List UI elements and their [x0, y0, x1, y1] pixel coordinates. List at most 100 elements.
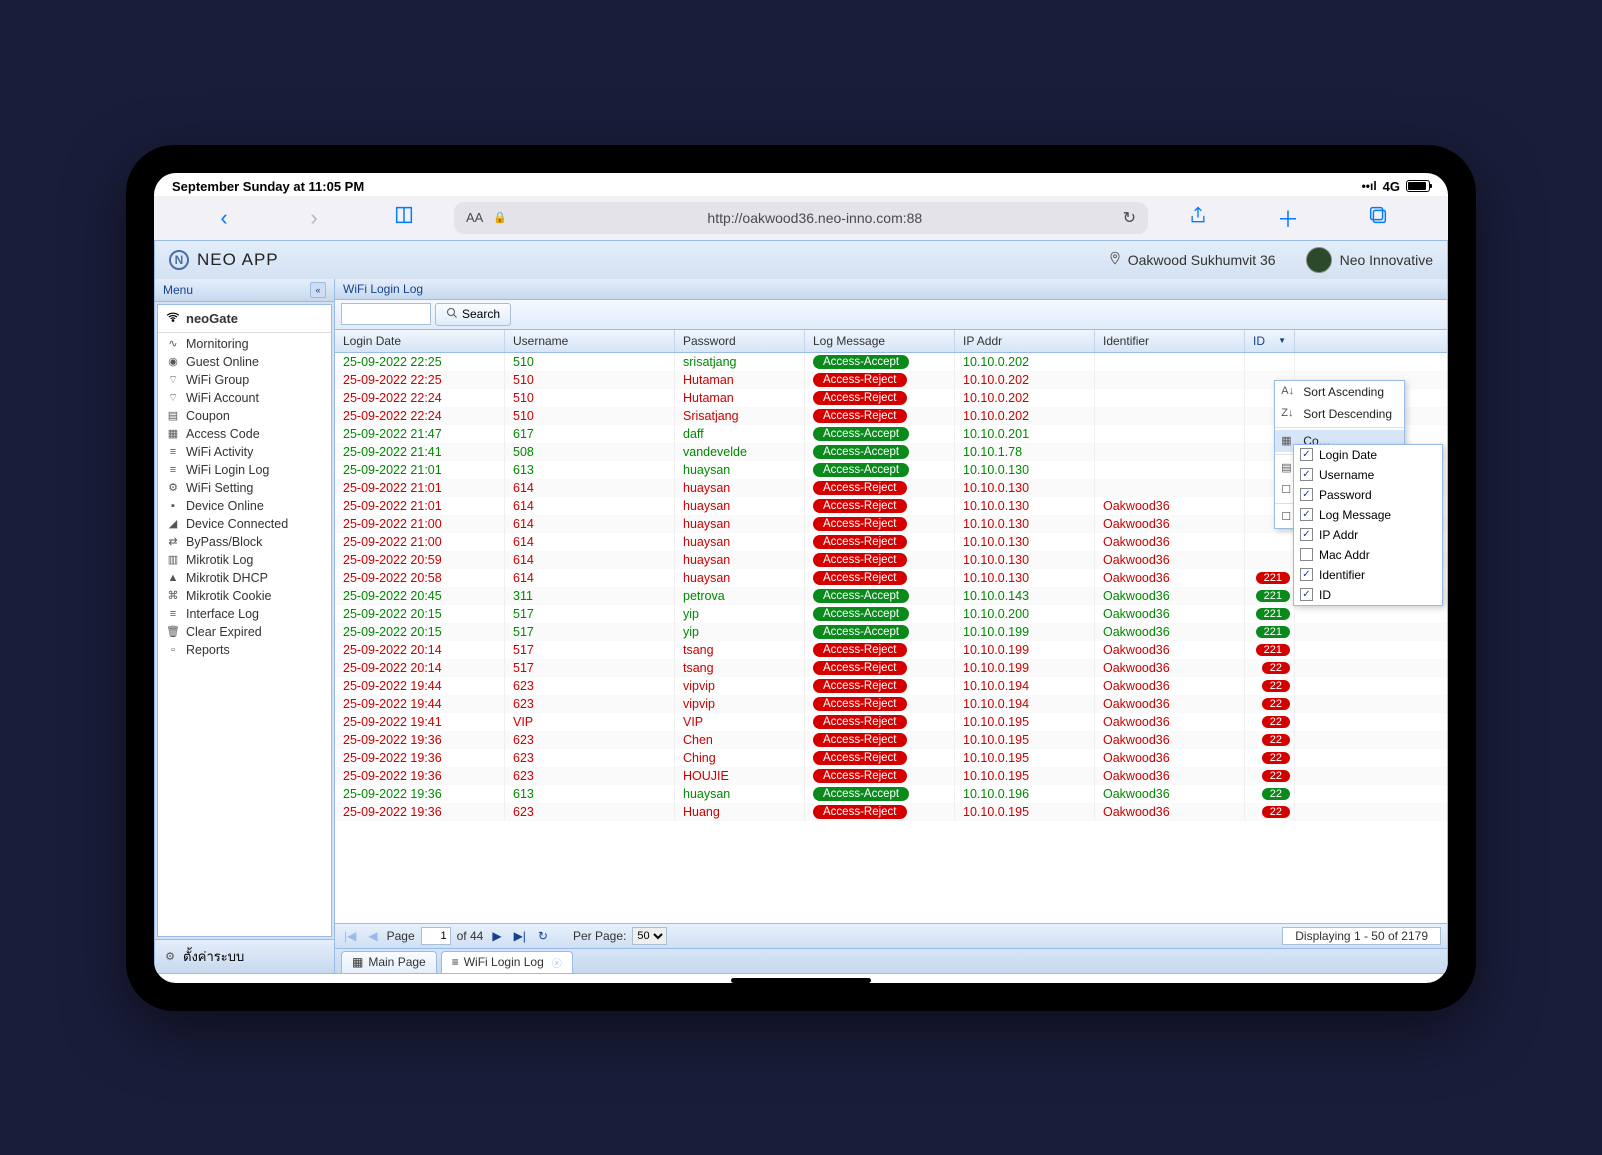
- sidebar-item-wifi-account[interactable]: ⌔WiFi Account: [158, 389, 331, 407]
- id-badge: 22: [1262, 788, 1290, 800]
- reload-button[interactable]: ↻: [1123, 208, 1136, 228]
- tab-wifi-login-log[interactable]: ≡WiFi Login Logⓧ: [441, 951, 573, 973]
- column-header-id[interactable]: ID▼: [1245, 330, 1295, 352]
- menu-icon: ⌔: [166, 373, 180, 387]
- search-icon: [446, 307, 458, 322]
- sidebar-item-wifi-setting[interactable]: ⚙WiFi Setting: [158, 479, 331, 497]
- sidebar-item-mikrotik-log[interactable]: ▥Mikrotik Log: [158, 551, 331, 569]
- column-header-password[interactable]: Password: [675, 330, 805, 352]
- tab-main-page[interactable]: ▦Main Page: [341, 951, 437, 973]
- column-toggle-log-message[interactable]: ✓Log Message: [1294, 505, 1442, 525]
- text-size-button[interactable]: AA: [466, 210, 483, 225]
- home-indicator[interactable]: [731, 978, 871, 983]
- column-toggle-identifier[interactable]: ✓Identifier: [1294, 565, 1442, 585]
- columns-submenu[interactable]: ✓Login Date✓Username✓Password✓Log Messag…: [1293, 444, 1443, 606]
- per-page-select[interactable]: 50: [632, 927, 667, 945]
- tab-icon: ≡: [452, 955, 459, 969]
- sidebar-item-mikrotik-cookie[interactable]: ⌘Mikrotik Cookie: [158, 587, 331, 605]
- column-header-username[interactable]: Username: [505, 330, 675, 352]
- column-toggle-id[interactable]: ✓ID: [1294, 585, 1442, 605]
- bookmarks-button[interactable]: [364, 204, 444, 232]
- sidebar-collapse-button[interactable]: «: [310, 282, 326, 298]
- url-bar[interactable]: AA 🔒 http://oakwood36.neo-inno.com:88 ↻: [454, 202, 1148, 234]
- sidebar-item-mornitoring[interactable]: ∿Mornitoring: [158, 335, 331, 353]
- status-time: September Sunday at 11:05 PM: [172, 179, 364, 194]
- status-badge: Access-Reject: [813, 409, 907, 423]
- menu-icon: ⚙: [166, 481, 180, 494]
- sort-desc-icon: Z↓: [1281, 407, 1293, 419]
- columns-icon: ▦: [1281, 434, 1291, 447]
- page-first-button[interactable]: |◀: [341, 929, 359, 943]
- table-row[interactable]: 25-09-2022 19:36 623 Ching Access-Reject…: [335, 749, 1447, 767]
- column-header-ip-addr[interactable]: IP Addr: [955, 330, 1095, 352]
- menu-icon: ⌘: [166, 589, 180, 602]
- column-toggle-password[interactable]: ✓Password: [1294, 485, 1442, 505]
- table-row[interactable]: 25-09-2022 20:45 311 petrova Access-Acce…: [335, 587, 1447, 605]
- table-row[interactable]: 25-09-2022 20:59 614 huaysan Access-Reje…: [335, 551, 1447, 569]
- sidebar-item-wifi-activity[interactable]: ≡WiFi Activity: [158, 443, 331, 461]
- tabs-button[interactable]: [1338, 204, 1418, 232]
- table-row[interactable]: 25-09-2022 19:36 623 Huang Access-Reject…: [335, 803, 1447, 821]
- sidebar-item-clear-expired[interactable]: 🗑Clear Expired: [158, 623, 331, 641]
- sidebar-item-bypass/block[interactable]: ⇄ByPass/Block: [158, 533, 331, 551]
- menu-icon: ▤: [166, 409, 180, 422]
- table-row[interactable]: 25-09-2022 22:25 510 srisatjang Access-A…: [335, 353, 1447, 371]
- page-prev-button[interactable]: ◀: [365, 929, 380, 943]
- table-row[interactable]: 25-09-2022 20:15 517 yip Access-Accept 1…: [335, 623, 1447, 641]
- sidebar-item-guest-online[interactable]: ◉Guest Online: [158, 353, 331, 371]
- table-row[interactable]: 25-09-2022 20:58 614 huaysan Access-Reje…: [335, 569, 1447, 587]
- forward-button[interactable]: ›: [274, 205, 354, 231]
- table-row[interactable]: 25-09-2022 19:36 623 Chen Access-Reject …: [335, 731, 1447, 749]
- table-row[interactable]: 25-09-2022 20:14 517 tsang Access-Reject…: [335, 659, 1447, 677]
- column-header-identifier[interactable]: Identifier: [1095, 330, 1245, 352]
- user-menu[interactable]: Neo Innovative: [1306, 247, 1433, 273]
- menu-icon: ∿: [166, 337, 180, 350]
- column-toggle-login-date[interactable]: ✓Login Date: [1294, 445, 1442, 465]
- column-header-login-date[interactable]: Login Date: [335, 330, 505, 352]
- share-button[interactable]: [1158, 204, 1238, 232]
- id-badge: 22: [1262, 680, 1290, 692]
- table-row[interactable]: 25-09-2022 20:15 517 yip Access-Accept 1…: [335, 605, 1447, 623]
- sidebar-item-reports[interactable]: ▫Reports: [158, 641, 331, 659]
- sidebar-item-mikrotik-dhcp[interactable]: ▲Mikrotik DHCP: [158, 569, 331, 587]
- search-input[interactable]: [341, 303, 431, 325]
- table-row[interactable]: 25-09-2022 19:44 623 vipvip Access-Rejec…: [335, 695, 1447, 713]
- table-row[interactable]: 25-09-2022 20:14 517 tsang Access-Reject…: [335, 641, 1447, 659]
- column-header-log-message[interactable]: Log Message: [805, 330, 955, 352]
- table-row[interactable]: 25-09-2022 19:41 VIP VIP Access-Reject 1…: [335, 713, 1447, 731]
- sidebar-item-coupon[interactable]: ▤ Coupon: [158, 407, 331, 425]
- sidebar-item-label: Guest Online: [186, 355, 259, 369]
- sidebar-settings[interactable]: ⚙ ตั้งค่าระบบ: [155, 939, 334, 973]
- table-row[interactable]: 25-09-2022 19:44 623 vipvip Access-Rejec…: [335, 677, 1447, 695]
- column-toggle-mac-addr[interactable]: Mac Addr: [1294, 545, 1442, 565]
- id-badge: 22: [1262, 806, 1290, 818]
- location-chip[interactable]: Oakwood Sukhumvit 36: [1108, 251, 1276, 268]
- sidebar-item-interface-log[interactable]: ≡Interface Log: [158, 605, 331, 623]
- table-row[interactable]: 25-09-2022 19:36 623 HOUJIE Access-Rejec…: [335, 767, 1447, 785]
- table-row[interactable]: 25-09-2022 19:36 613 huaysan Access-Acce…: [335, 785, 1447, 803]
- sidebar-item-wifi-group[interactable]: ⌔WiFi Group: [158, 371, 331, 389]
- search-button[interactable]: Search: [435, 303, 511, 326]
- table-row[interactable]: 25-09-2022 21:00 614 huaysan Access-Reje…: [335, 533, 1447, 551]
- column-toggle-ip-addr[interactable]: ✓IP Addr: [1294, 525, 1442, 545]
- back-button[interactable]: ‹: [184, 205, 264, 231]
- sidebar-item-device-online[interactable]: ▪Device Online: [158, 497, 331, 515]
- page-refresh-button[interactable]: ↻: [535, 929, 551, 943]
- page-last-button[interactable]: ▶|: [511, 929, 529, 943]
- lock-icon: 🔒: [493, 211, 507, 224]
- page-next-button[interactable]: ▶: [489, 929, 504, 943]
- sort-ascending[interactable]: A↓Sort Ascending: [1275, 381, 1404, 403]
- column-toggle-username[interactable]: ✓Username: [1294, 465, 1442, 485]
- sidebar-item-label: Coupon: [186, 409, 230, 423]
- sidebar-section-title[interactable]: neoGate: [158, 305, 331, 333]
- status-badge: Access-Reject: [813, 697, 907, 711]
- status-badge: Access-Reject: [813, 553, 907, 567]
- sort-descending[interactable]: Z↓Sort Descending: [1275, 403, 1404, 425]
- sidebar-item-device-connected[interactable]: ◢Device Connected: [158, 515, 331, 533]
- tab-close-button[interactable]: ⓧ: [552, 955, 562, 970]
- sidebar-item-wifi-login-log[interactable]: ≡WiFi Login Log: [158, 461, 331, 479]
- sort-indicator-icon: ▼: [1278, 336, 1286, 345]
- sidebar-item-access-code[interactable]: ▦Access Code: [158, 425, 331, 443]
- new-tab-button[interactable]: ＋: [1248, 202, 1328, 234]
- page-input[interactable]: [421, 927, 451, 945]
